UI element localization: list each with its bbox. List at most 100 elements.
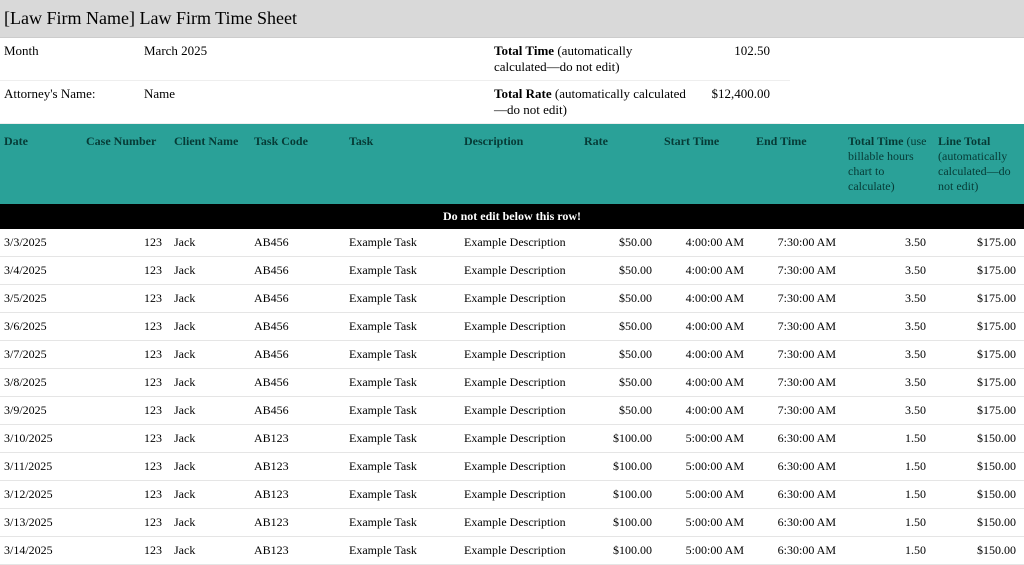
cell-start-time[interactable]: 4:00:00 AM xyxy=(660,313,752,340)
cell-total-time[interactable]: 3.50 xyxy=(844,229,934,256)
cell-description[interactable]: Example Description xyxy=(460,341,580,368)
cell-total-time[interactable]: 3.50 xyxy=(844,341,934,368)
cell-client-name[interactable]: Jack xyxy=(170,257,250,284)
table-row[interactable]: 3/8/2025123JackAB456Example TaskExample … xyxy=(0,369,1024,397)
cell-client-name[interactable]: Jack xyxy=(170,537,250,564)
cell-rate[interactable]: $100.00 xyxy=(580,481,660,508)
cell-task[interactable]: Example Task xyxy=(345,537,460,564)
table-row[interactable]: 3/6/2025123JackAB456Example TaskExample … xyxy=(0,313,1024,341)
cell-description[interactable]: Example Description xyxy=(460,481,580,508)
cell-line-total[interactable]: $175.00 xyxy=(934,369,1024,396)
cell-line-total[interactable]: $150.00 xyxy=(934,481,1024,508)
table-row[interactable]: 3/9/2025123JackAB456Example TaskExample … xyxy=(0,397,1024,425)
cell-end-time[interactable]: 7:30:00 AM xyxy=(752,313,844,340)
cell-date[interactable]: 3/13/2025 xyxy=(0,509,82,536)
cell-client-name[interactable]: Jack xyxy=(170,229,250,256)
cell-client-name[interactable]: Jack xyxy=(170,481,250,508)
cell-start-time[interactable]: 4:00:00 AM xyxy=(660,369,752,396)
cell-rate[interactable]: $50.00 xyxy=(580,257,660,284)
cell-rate[interactable]: $100.00 xyxy=(580,509,660,536)
cell-case-number[interactable]: 123 xyxy=(82,509,170,536)
cell-line-total[interactable]: $175.00 xyxy=(934,313,1024,340)
cell-end-time[interactable]: 7:30:00 AM xyxy=(752,285,844,312)
attorney-value[interactable]: Name xyxy=(140,81,310,124)
cell-task[interactable]: Example Task xyxy=(345,313,460,340)
cell-case-number[interactable]: 123 xyxy=(82,481,170,508)
cell-rate[interactable]: $100.00 xyxy=(580,425,660,452)
cell-client-name[interactable]: Jack xyxy=(170,313,250,340)
cell-task-code[interactable]: AB123 xyxy=(250,481,345,508)
cell-task[interactable]: Example Task xyxy=(345,369,460,396)
cell-rate[interactable]: $50.00 xyxy=(580,341,660,368)
cell-total-time[interactable]: 3.50 xyxy=(844,369,934,396)
cell-case-number[interactable]: 123 xyxy=(82,425,170,452)
cell-description[interactable]: Example Description xyxy=(460,537,580,564)
cell-task-code[interactable]: AB123 xyxy=(250,509,345,536)
cell-task-code[interactable]: AB456 xyxy=(250,313,345,340)
cell-rate[interactable]: $50.00 xyxy=(580,397,660,424)
cell-line-total[interactable]: $175.00 xyxy=(934,257,1024,284)
cell-total-time[interactable]: 1.50 xyxy=(844,509,934,536)
cell-description[interactable]: Example Description xyxy=(460,313,580,340)
cell-task-code[interactable]: AB456 xyxy=(250,341,345,368)
table-row[interactable]: 3/14/2025123JackAB123Example TaskExample… xyxy=(0,537,1024,565)
cell-task-code[interactable]: AB456 xyxy=(250,257,345,284)
cell-rate[interactable]: $50.00 xyxy=(580,313,660,340)
cell-description[interactable]: Example Description xyxy=(460,509,580,536)
table-row[interactable]: 3/13/2025123JackAB123Example TaskExample… xyxy=(0,509,1024,537)
cell-case-number[interactable]: 123 xyxy=(82,257,170,284)
cell-description[interactable]: Example Description xyxy=(460,229,580,256)
cell-date[interactable]: 3/14/2025 xyxy=(0,537,82,564)
table-row[interactable]: 3/4/2025123JackAB456Example TaskExample … xyxy=(0,257,1024,285)
cell-task[interactable]: Example Task xyxy=(345,285,460,312)
table-row[interactable]: 3/7/2025123JackAB456Example TaskExample … xyxy=(0,341,1024,369)
cell-start-time[interactable]: 5:00:00 AM xyxy=(660,425,752,452)
cell-client-name[interactable]: Jack xyxy=(170,509,250,536)
cell-end-time[interactable]: 6:30:00 AM xyxy=(752,453,844,480)
cell-task[interactable]: Example Task xyxy=(345,397,460,424)
table-row[interactable]: 3/10/2025123JackAB123Example TaskExample… xyxy=(0,425,1024,453)
cell-start-time[interactable]: 5:00:00 AM xyxy=(660,481,752,508)
cell-end-time[interactable]: 7:30:00 AM xyxy=(752,397,844,424)
cell-rate[interactable]: $50.00 xyxy=(580,229,660,256)
cell-task[interactable]: Example Task xyxy=(345,481,460,508)
cell-task[interactable]: Example Task xyxy=(345,257,460,284)
cell-case-number[interactable]: 123 xyxy=(82,537,170,564)
cell-end-time[interactable]: 6:30:00 AM xyxy=(752,509,844,536)
cell-end-time[interactable]: 7:30:00 AM xyxy=(752,229,844,256)
month-value[interactable]: March 2025 xyxy=(140,38,310,81)
cell-task-code[interactable]: AB456 xyxy=(250,369,345,396)
cell-date[interactable]: 3/3/2025 xyxy=(0,229,82,256)
cell-case-number[interactable]: 123 xyxy=(82,369,170,396)
cell-task-code[interactable]: AB123 xyxy=(250,537,345,564)
cell-date[interactable]: 3/12/2025 xyxy=(0,481,82,508)
cell-client-name[interactable]: Jack xyxy=(170,341,250,368)
cell-case-number[interactable]: 123 xyxy=(82,313,170,340)
cell-rate[interactable]: $50.00 xyxy=(580,369,660,396)
cell-line-total[interactable]: $150.00 xyxy=(934,425,1024,452)
cell-line-total[interactable]: $175.00 xyxy=(934,341,1024,368)
cell-client-name[interactable]: Jack xyxy=(170,285,250,312)
cell-line-total[interactable]: $175.00 xyxy=(934,229,1024,256)
cell-start-time[interactable]: 4:00:00 AM xyxy=(660,257,752,284)
cell-end-time[interactable]: 6:30:00 AM xyxy=(752,481,844,508)
cell-total-time[interactable]: 1.50 xyxy=(844,425,934,452)
cell-end-time[interactable]: 7:30:00 AM xyxy=(752,341,844,368)
cell-date[interactable]: 3/11/2025 xyxy=(0,453,82,480)
cell-task[interactable]: Example Task xyxy=(345,229,460,256)
cell-client-name[interactable]: Jack xyxy=(170,397,250,424)
table-row[interactable]: 3/11/2025123JackAB123Example TaskExample… xyxy=(0,453,1024,481)
cell-date[interactable]: 3/7/2025 xyxy=(0,341,82,368)
cell-description[interactable]: Example Description xyxy=(460,453,580,480)
cell-end-time[interactable]: 7:30:00 AM xyxy=(752,257,844,284)
cell-description[interactable]: Example Description xyxy=(460,425,580,452)
cell-line-total[interactable]: $175.00 xyxy=(934,397,1024,424)
cell-start-time[interactable]: 4:00:00 AM xyxy=(660,341,752,368)
cell-total-time[interactable]: 1.50 xyxy=(844,481,934,508)
cell-description[interactable]: Example Description xyxy=(460,397,580,424)
cell-task-code[interactable]: AB456 xyxy=(250,229,345,256)
cell-task[interactable]: Example Task xyxy=(345,509,460,536)
cell-date[interactable]: 3/8/2025 xyxy=(0,369,82,396)
cell-line-total[interactable]: $150.00 xyxy=(934,509,1024,536)
cell-description[interactable]: Example Description xyxy=(460,257,580,284)
